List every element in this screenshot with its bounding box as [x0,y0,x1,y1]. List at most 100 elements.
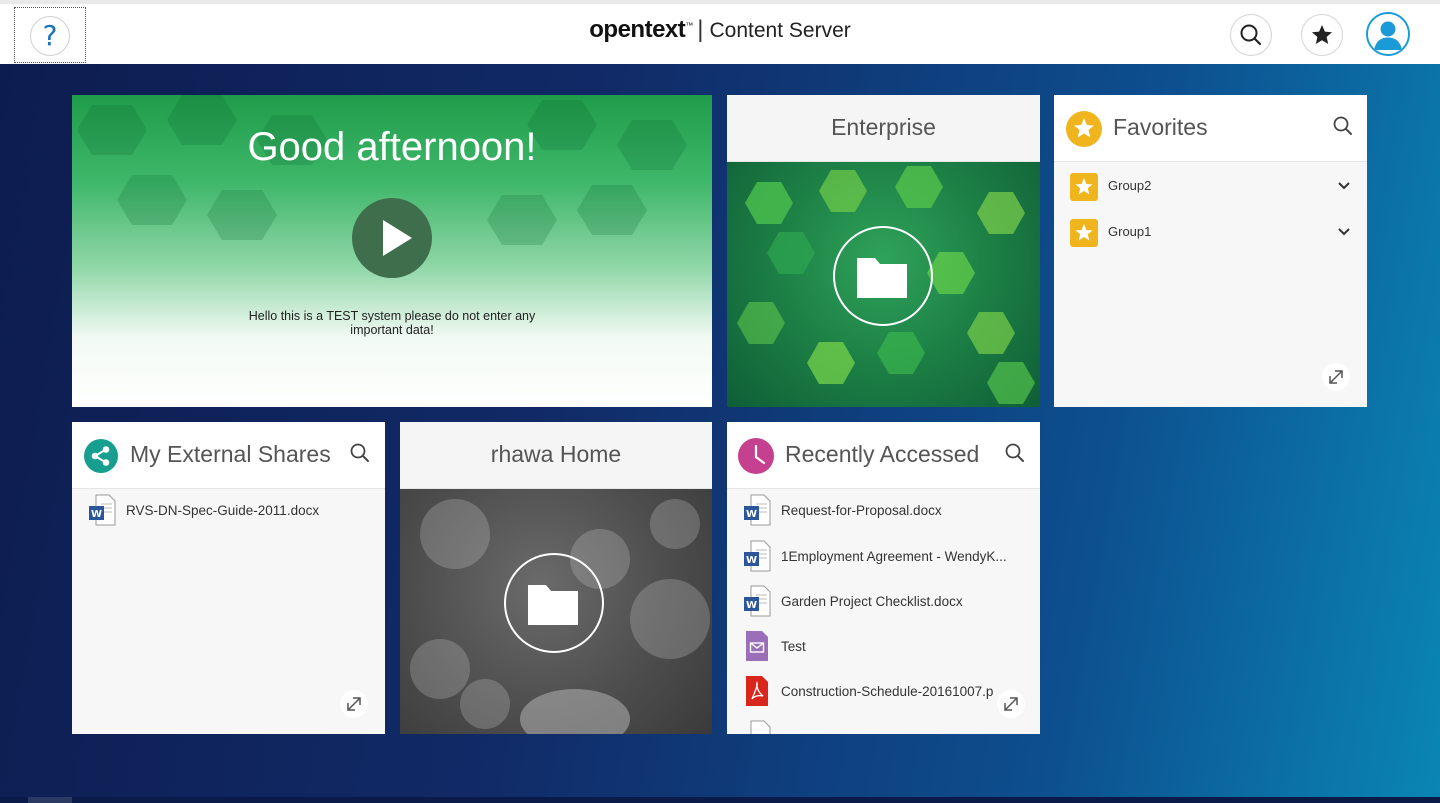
hex-shape [895,166,943,208]
word-doc-icon: W [744,494,771,526]
hex-shape [987,362,1035,404]
file-name: Request-for-Proposal.docx [781,503,942,518]
email-icon [746,631,768,661]
word-doc-icon: W [744,585,771,617]
opentext-logo: opentext [589,16,686,43]
chevron-down-icon[interactable] [1337,179,1351,193]
file-name: Test [781,639,806,654]
hex-shape [819,170,867,212]
product-name: Content Server [709,19,851,42]
expand-icon [1004,697,1018,711]
list-item[interactable] [727,718,1040,734]
play-icon [383,220,412,256]
svg-text:W: W [746,555,757,566]
user-icon [1368,14,1408,54]
favorites-group-item[interactable]: Group2 [1054,167,1367,205]
hex-shape [927,252,975,294]
recently-accessed-search-icon[interactable] [1004,442,1026,464]
list-item[interactable]: Test [727,628,1040,666]
file-name: RVS-DN-Spec-Guide-2011.docx [126,503,320,518]
list-item[interactable]: W Request-for-Proposal.docx [727,492,1040,530]
home-image [400,489,712,734]
folder-icon [528,585,578,625]
brand-title: opentext™ | Content Server [0,16,1440,44]
external-shares-expand-button[interactable] [340,690,368,718]
enterprise-image [727,162,1040,407]
external-shares-title: My External Shares [130,441,331,467]
word-doc-icon [750,720,771,734]
taskbar-strip [0,797,1440,803]
favorites-title: Favorites [1113,114,1208,140]
bokeh-circle [420,499,490,569]
svg-text:W: W [746,600,757,611]
svg-text:W: W [91,509,102,520]
external-shares-tile: My External Shares W RVS-DN-Spec-Guide-2… [72,422,385,734]
greeting-tile: Good afternoon! Hello this is a TEST sys… [72,95,712,407]
taskbar-segment [28,797,72,803]
search-icon [1240,24,1262,46]
brand-separator: | [697,16,704,43]
greeting-title: Good afternoon! [247,125,537,169]
group-star-icon [1070,219,1098,247]
open-folder-button[interactable] [504,553,604,653]
hex-shape [807,342,855,384]
group-star-icon [1070,173,1098,201]
favorites-button[interactable] [1301,14,1343,56]
file-name: Construction-Schedule-20161007.p [781,684,994,699]
pdf-icon [746,676,768,706]
bokeh-circle [460,679,510,729]
open-folder-button[interactable] [833,226,933,326]
share-icon [84,439,118,473]
expand-icon [1329,370,1343,384]
word-doc-icon: W [89,494,116,526]
recently-accessed-expand-button[interactable] [997,690,1025,718]
file-name: 1Employment Agreement - WendyK... [781,549,1007,564]
star-icon [1312,25,1332,44]
clock-icon [738,438,774,474]
greeting-message: Hello this is a TEST system please do no… [248,309,536,337]
favorites-expand-button[interactable] [1322,363,1350,391]
recently-accessed-header: Recently Accessed [727,422,1040,489]
svg-text:W: W [746,509,757,520]
play-video-button[interactable] [352,198,432,278]
trademark-mark: ™ [685,21,694,30]
bokeh-circle [630,579,710,659]
home-tile-header: rhawa Home [400,422,712,489]
home-tile[interactable]: rhawa Home [400,422,712,734]
recently-accessed-tile: Recently Accessed W Request-for-Proposal… [727,422,1040,734]
list-item[interactable]: W 1Employment Agreement - WendyK... [727,538,1040,576]
global-search-button[interactable] [1230,14,1272,56]
bokeh-circle [410,639,470,699]
enterprise-title: Enterprise [831,114,936,140]
top-header: ? opentext™ | Content Server [0,0,1440,64]
bokeh-circle [520,689,630,734]
recently-accessed-title: Recently Accessed [785,441,980,467]
favorites-star-icon [1066,111,1102,147]
list-item[interactable]: Construction-Schedule-20161007.p [727,673,1040,711]
user-avatar-button[interactable] [1366,12,1410,56]
hex-shape [737,302,785,344]
home-title: rhawa Home [490,441,622,467]
bokeh-circle [650,499,700,549]
file-name: Garden Project Checklist.docx [781,594,963,609]
hex-shape [767,232,815,274]
enterprise-tile[interactable]: Enterprise [727,95,1040,407]
favorites-group-label: Group2 [1108,178,1152,193]
favorites-group-item[interactable]: Group1 [1054,213,1367,251]
list-item[interactable]: W Garden Project Checklist.docx [727,583,1040,621]
list-item[interactable]: W RVS-DN-Spec-Guide-2011.docx [72,492,385,530]
hex-shape [745,182,793,224]
hex-shape [967,312,1015,354]
expand-icon [347,697,361,711]
favorites-search-icon[interactable] [1332,115,1354,137]
external-shares-search-icon[interactable] [349,442,371,464]
favorites-tile-header: Favorites [1054,95,1367,162]
enterprise-tile-header: Enterprise [727,95,1040,162]
favorites-group-label: Group1 [1108,224,1152,239]
hex-shape [877,332,925,374]
word-doc-icon: W [744,540,771,572]
folder-icon [857,258,907,298]
favorites-tile: Favorites Group2 Group1 [1054,95,1367,407]
hex-shape [977,192,1025,234]
chevron-down-icon[interactable] [1337,225,1351,239]
